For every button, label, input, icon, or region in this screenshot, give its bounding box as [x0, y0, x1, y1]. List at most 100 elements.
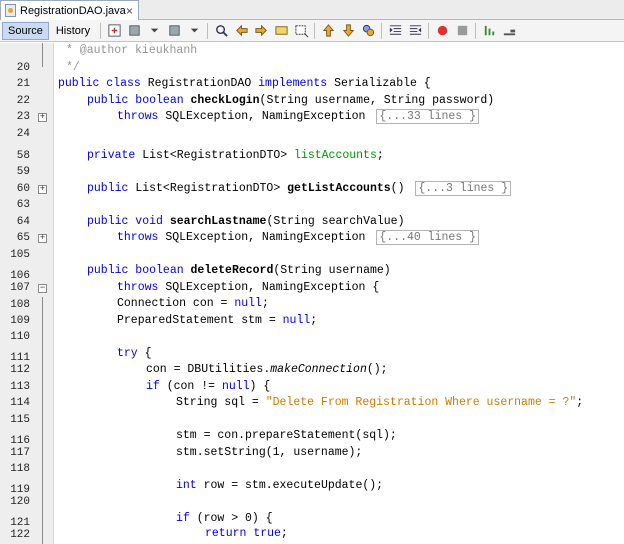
keyword: private — [87, 148, 143, 162]
condition: (row > 0) { — [189, 511, 273, 525]
shift-left-icon[interactable] — [387, 23, 403, 39]
toggle-bookmark-icon[interactable] — [360, 23, 376, 39]
keyword: implements — [251, 77, 335, 90]
parameters: (String username) — [273, 264, 391, 277]
code-line: 118 stm.setString(1, username); — [0, 445, 624, 476]
code-line: 63 + public List<RegistrationDTO> getLis… — [0, 180, 624, 211]
interface-name: Serializable { — [334, 77, 431, 90]
field-name: listAccounts — [294, 148, 377, 162]
java-file-icon — [5, 4, 16, 17]
code-line: 105 + throws SQLException, NamingExcepti… — [0, 230, 624, 261]
javadoc-comment: * @author kieukhanh — [66, 44, 198, 57]
code-line: 109 Connection con = null; — [0, 296, 624, 327]
method-name: searchLastname — [169, 214, 267, 228]
expand-fold-icon[interactable]: + — [38, 184, 47, 194]
semicolon: ; — [376, 148, 384, 162]
find-icon[interactable] — [213, 23, 229, 39]
code-line: 24 + throws SQLException, NamingExceptio… — [0, 109, 624, 140]
toolbar-separator — [100, 22, 102, 39]
method-name: checkLogin — [190, 93, 260, 107]
brace: ) { — [249, 379, 271, 393]
collapse-fold-icon[interactable]: − — [38, 284, 47, 293]
keyword: public boolean — [87, 93, 191, 107]
expand-fold-icon[interactable]: + — [38, 234, 47, 243]
keyword: int — [176, 478, 197, 492]
back-icon[interactable] — [126, 23, 142, 39]
keyword: null — [221, 379, 250, 393]
close-tab-icon[interactable]: × — [126, 4, 133, 18]
code-line: 112 try { — [0, 346, 624, 377]
editor-toolbar: Source History — [0, 20, 624, 42]
code-line: 120 int row = stm.executeUpdate(); — [0, 478, 624, 509]
keyword: throws — [117, 281, 166, 294]
code-line: 122 if (row > 0) { — [0, 511, 624, 542]
string-literal: "Delete From Registration Where username… — [265, 396, 577, 409]
class-name: RegistrationDAO — [147, 77, 252, 90]
code-line: 107 public boolean deleteRecord(String u… — [0, 263, 624, 294]
code-editor[interactable]: 20 * @author kieukhanh 21 */ 22 public c… — [0, 43, 624, 544]
exceptions: SQLException, NamingException { — [165, 281, 380, 294]
shift-right-icon[interactable] — [407, 23, 423, 39]
find-next-icon[interactable] — [253, 23, 269, 39]
code-line: 117 stm = con.prepareStatement(sql); — [0, 428, 624, 459]
semicolon: ; — [261, 297, 269, 310]
statement: stm = con.prepareStatement(sql); — [176, 429, 397, 442]
keyword: null — [282, 313, 311, 327]
code-line: 20 * @author kieukhanh — [0, 43, 624, 74]
toolbar-separator — [475, 22, 477, 39]
dropdown-arrow-icon[interactable] — [186, 23, 202, 39]
find-previous-icon[interactable] — [233, 23, 249, 39]
folded-code-block[interactable]: {...33 lines } — [376, 109, 479, 124]
toolbar-separator — [428, 22, 430, 39]
semicolon: ; — [280, 527, 288, 540]
forward-icon[interactable] — [166, 23, 182, 39]
keyword: throws — [117, 110, 166, 123]
semicolon: ; — [310, 313, 318, 327]
keyword: public class — [58, 77, 148, 90]
next-bookmark-icon[interactable] — [340, 23, 356, 39]
tab-registrationdao-java[interactable]: RegistrationDAO.java × — [0, 0, 139, 20]
history-tab-button[interactable]: History — [50, 22, 96, 40]
type-name: List<RegistrationDTO> — [142, 148, 295, 162]
keyword: return — [205, 527, 254, 540]
static-method-call: makeConnection — [270, 363, 367, 376]
start-macro-recording-icon[interactable] — [434, 23, 450, 39]
brace: { — [137, 346, 152, 360]
method-name: getListAccounts — [287, 181, 391, 195]
keyword: public boolean — [87, 264, 191, 277]
code-line: 115 String sql = "Delete From Registrati… — [0, 395, 624, 426]
keyword: if — [176, 511, 190, 525]
last-edit-icon[interactable] — [106, 23, 122, 39]
code-line: 108 − throws SQLException, NamingExcepti… — [0, 280, 624, 311]
toggle-highlight-icon[interactable] — [273, 23, 289, 39]
stop-macro-recording-icon[interactable] — [454, 23, 470, 39]
code-line: 60 — [0, 164, 624, 195]
exceptions: SQLException, NamingException — [165, 231, 373, 244]
comment-icon[interactable] — [481, 23, 497, 39]
folded-code-block[interactable]: {...3 lines } — [415, 180, 512, 196]
code-line: 23 public boolean checkLogin(String user… — [0, 93, 624, 124]
code-line: 64 — [0, 197, 624, 228]
type-name: List<RegistrationDTO> — [135, 181, 288, 195]
toolbar-separator — [314, 22, 316, 39]
dropdown-arrow-icon[interactable] — [146, 23, 162, 39]
tab-title: RegistrationDAO.java — [20, 4, 126, 17]
folded-code-block[interactable]: {...40 lines } — [376, 230, 479, 245]
code-line: 110 PreparedStatement stm = null; — [0, 313, 624, 344]
toggle-rectangular-selection-icon[interactable] — [293, 23, 309, 39]
code-line: 21 */ — [0, 60, 624, 91]
code-line: 114 if (con != null) { — [0, 379, 624, 410]
previous-bookmark-icon[interactable] — [320, 23, 336, 39]
parameters: (String searchValue) — [266, 214, 405, 228]
source-tab-button[interactable]: Source — [2, 21, 49, 40]
uncomment-icon[interactable] — [501, 23, 517, 39]
declaration: Connection con = — [117, 297, 235, 310]
code-line: 22 public class RegistrationDAO implemen… — [0, 76, 624, 107]
code-line: 65 public void searchLastname(String sea… — [0, 214, 624, 245]
code-line: 58 — [0, 131, 624, 162]
keyword: public void — [87, 214, 170, 228]
expand-fold-icon[interactable]: + — [38, 113, 47, 122]
parens: () — [390, 181, 412, 195]
javadoc-comment-end: */ — [66, 60, 80, 74]
declaration: PreparedStatement stm = — [117, 313, 283, 327]
